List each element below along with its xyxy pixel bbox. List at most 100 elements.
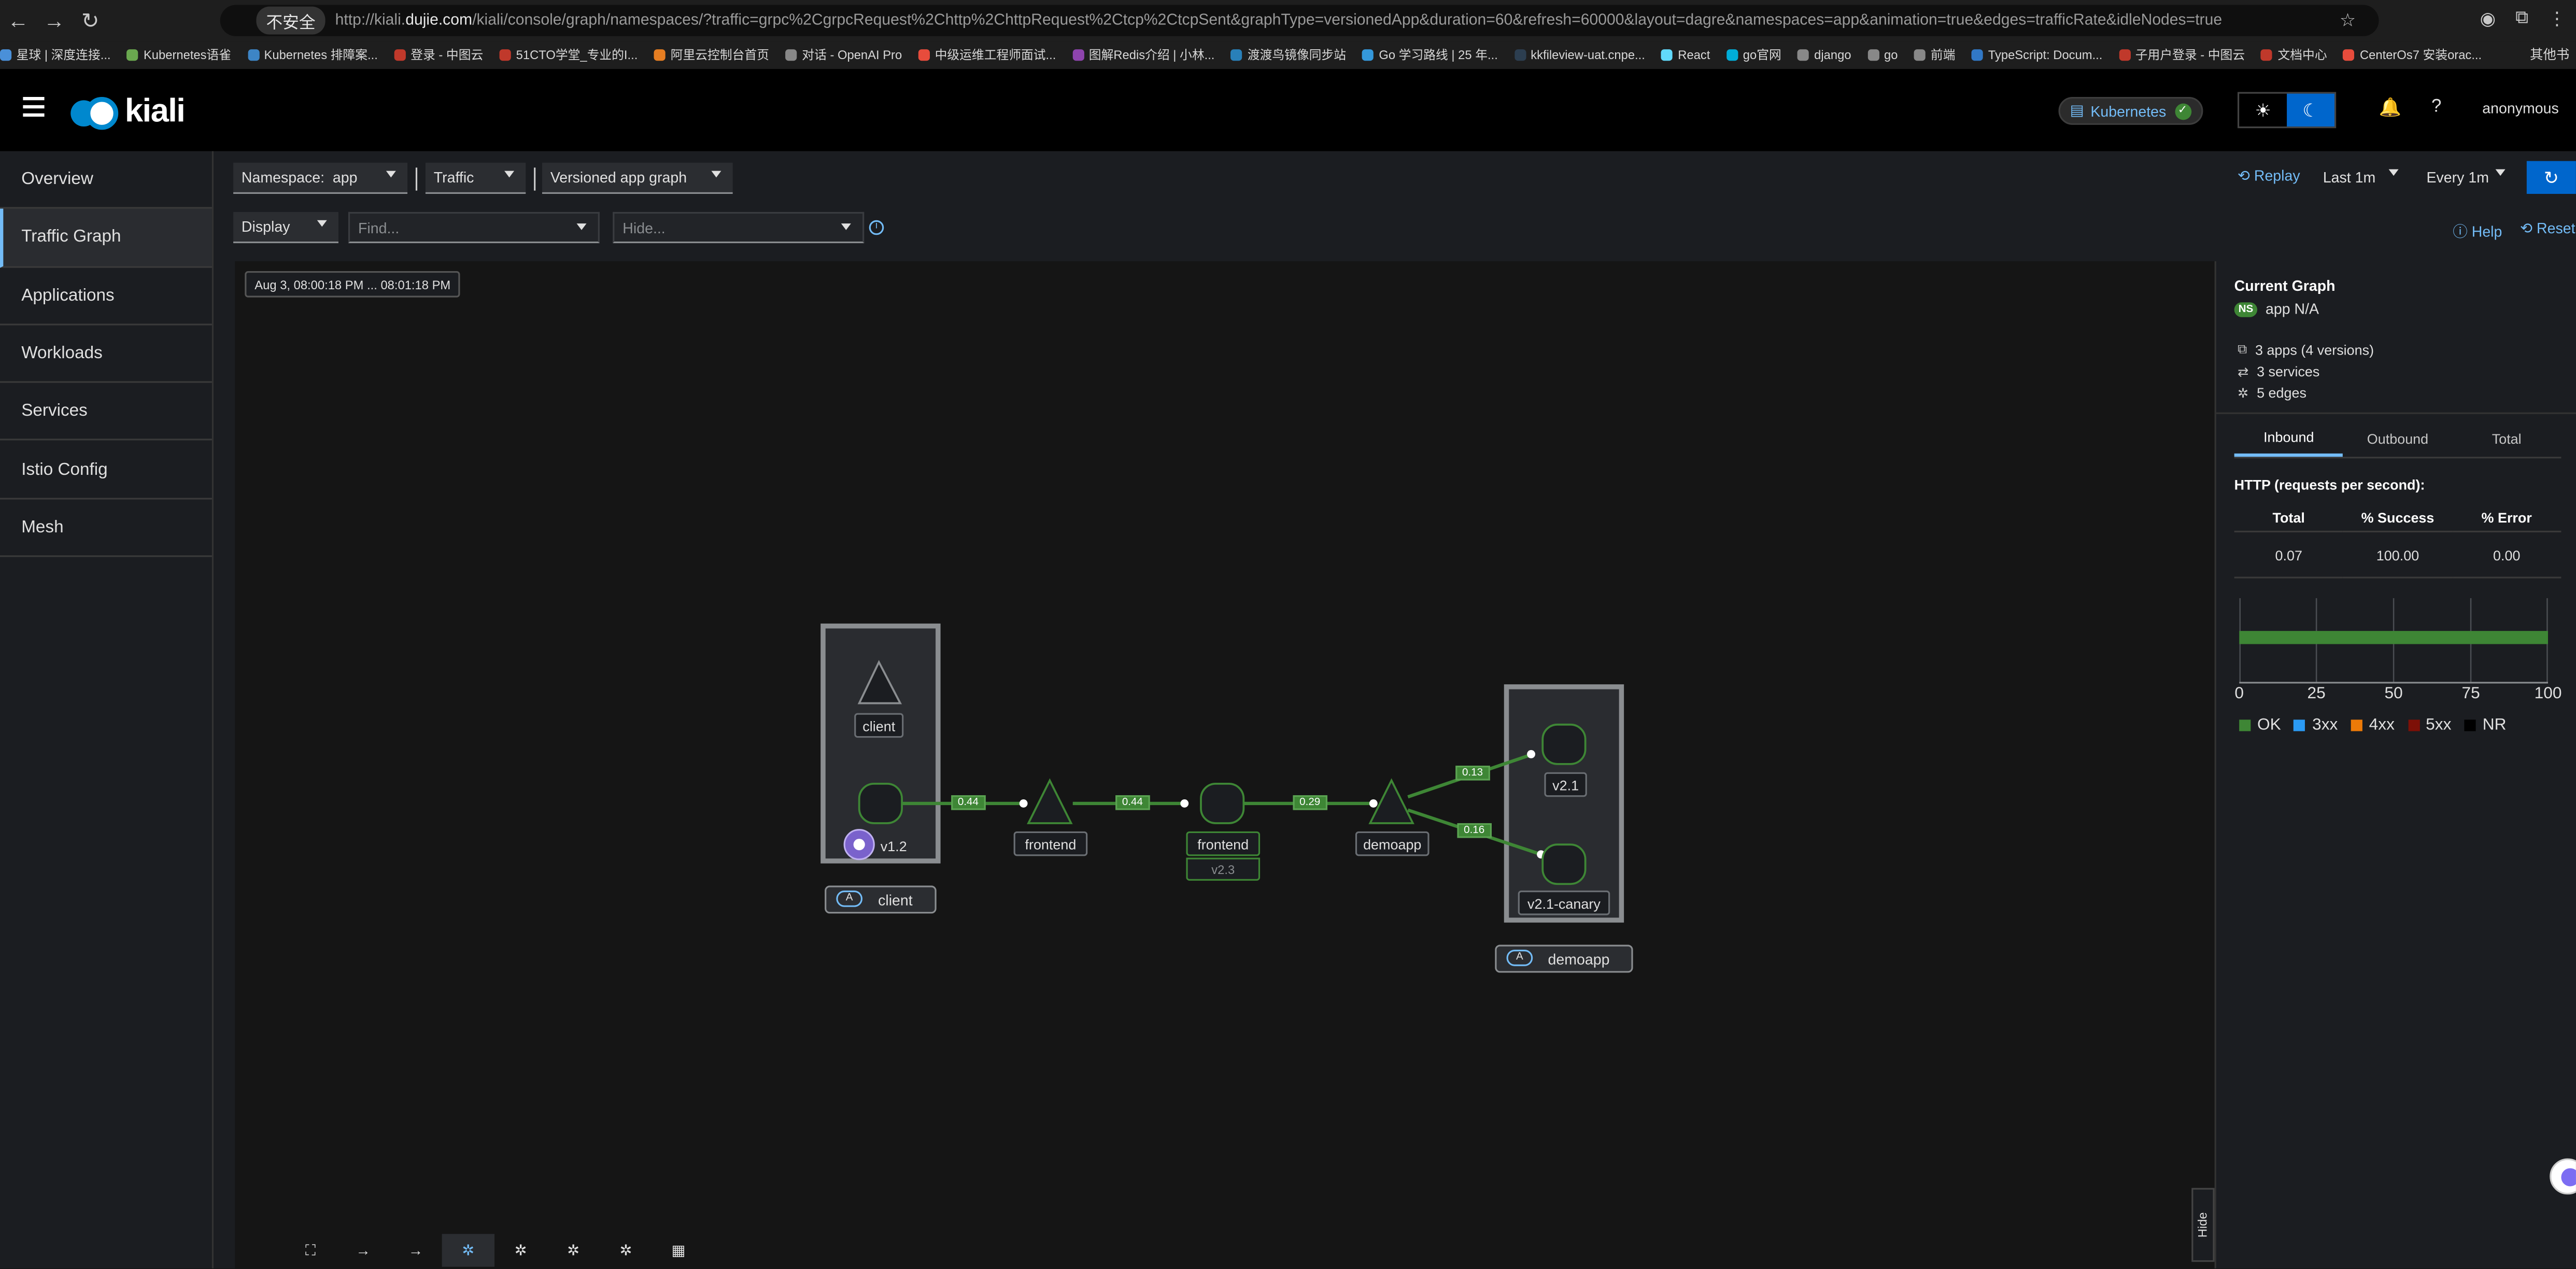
tab-inbound[interactable]: Inbound: [2234, 420, 2343, 457]
help-circle-icon[interactable]: ?: [2431, 97, 2441, 117]
chart-tick-label: 75: [2461, 685, 2480, 703]
bookmark-label: go: [1884, 47, 1898, 63]
help-label: Help: [2471, 223, 2502, 240]
bookmark-item[interactable]: TypeScript: Docum...: [1972, 48, 2102, 62]
profile-icon[interactable]: ◉: [2480, 8, 2496, 30]
graph-type-select[interactable]: Versioned app graph: [542, 162, 733, 194]
cluster-badge[interactable]: ▤ Kubernetes ✓: [2058, 97, 2203, 125]
forward-icon[interactable]: →: [36, 8, 73, 33]
traffic-select[interactable]: Traffic: [425, 162, 526, 194]
hamburger-menu-icon[interactable]: [23, 97, 45, 117]
bookmark-item[interactable]: React: [1661, 48, 1710, 62]
refresh-interval-select[interactable]: Every 1m: [2418, 161, 2517, 192]
sidebar-item-services[interactable]: Services: [0, 383, 212, 441]
help-link[interactable]: ⓘ Help: [2453, 220, 2502, 242]
layout-spread-button[interactable]: ✲: [600, 1234, 652, 1266]
graph-canvas[interactable]: Aug 3, 08:00:18 PM ... 08:01:18 PM clien…: [235, 261, 2215, 1268]
layout-lr-button[interactable]: →: [337, 1234, 389, 1266]
hide-panel-tab[interactable]: Hide: [2191, 1188, 2215, 1262]
menu-icon[interactable]: ⋮: [2548, 8, 2566, 30]
bookmark-favicon-icon: [0, 49, 12, 61]
bookmark-item[interactable]: Kubernetes语雀: [127, 46, 231, 64]
user-menu[interactable]: anonymous: [2482, 100, 2558, 117]
legend-label: 3xx: [2312, 716, 2338, 735]
replay-button[interactable]: ⟲ Replay: [2238, 167, 2300, 186]
light-theme-button[interactable]: ☀: [2239, 94, 2287, 126]
bookmark-item[interactable]: 对话 - OpenAI Pro: [785, 46, 902, 64]
client-app-box[interactable]: [820, 623, 941, 864]
frontend-workload-node[interactable]: [1200, 782, 1245, 824]
bookmark-item[interactable]: django: [1797, 47, 1851, 63]
bookmark-item[interactable]: kkfileview-uat.cnpe...: [1514, 48, 1645, 62]
demoapp-v21-node[interactable]: [1541, 723, 1587, 765]
find-input[interactable]: Find...: [348, 212, 600, 244]
bookmark-item[interactable]: 中级运维工程师面试...: [918, 46, 1056, 64]
bookmark-item[interactable]: go官网: [1726, 46, 1781, 64]
frontend-service-node[interactable]: [1027, 778, 1073, 824]
client-v12-node[interactable]: [858, 782, 903, 824]
bookmark-item[interactable]: 前端: [1914, 46, 1955, 64]
bookmark-item[interactable]: 文档中心: [2261, 46, 2327, 64]
extensions-icon[interactable]: ⧉: [2515, 8, 2528, 30]
bookmark-item[interactable]: 登录 - 中图云: [394, 46, 483, 64]
chart-legend: OK 3xx 4xx 5xx NR: [2239, 716, 2507, 735]
info-icon[interactable]: i: [869, 220, 884, 235]
layout-tb-button[interactable]: →: [389, 1234, 442, 1266]
sidebar-item-applications[interactable]: Applications: [0, 267, 212, 326]
bookmark-item[interactable]: CenterOs7 安装orac...: [2343, 46, 2482, 64]
demoapp-app-box[interactable]: [1504, 684, 1624, 923]
bookmark-item[interactable]: 星球 | 深度连接...: [0, 46, 111, 64]
find-placeholder: Find...: [358, 219, 400, 236]
sidebar-item-workloads[interactable]: Workloads: [0, 325, 212, 384]
fit-screen-button[interactable]: ⛶: [284, 1234, 336, 1266]
sidebar-item-traffic-graph[interactable]: Traffic Graph: [0, 209, 212, 267]
http-status-bar-chart: [2239, 598, 2549, 684]
bookmark-favicon-icon: [1972, 49, 1984, 61]
kiali-logo[interactable]: kiali: [70, 94, 186, 132]
chart-bar-ok[interactable]: [2239, 631, 2549, 644]
bookmark-item[interactable]: 子用户登录 - 中图云: [2119, 46, 2245, 64]
security-warning[interactable]: 不安全: [256, 6, 325, 35]
legend-item-3xx: 3xx: [2294, 716, 2338, 735]
sidebar-item-istio-config[interactable]: Istio Config: [0, 441, 212, 499]
layout-dagre-button[interactable]: ✲: [442, 1234, 495, 1267]
duration-select[interactable]: Last 1m: [2315, 161, 2410, 192]
namespace-select[interactable]: Namespace: app: [233, 162, 408, 194]
sun-icon: ☀: [2255, 101, 2271, 121]
back-icon[interactable]: ←: [0, 8, 36, 33]
url-text[interactable]: http://kiali.dujie.com/kiali/console/gra…: [335, 11, 2225, 30]
cluster-icon: ▤: [2070, 102, 2084, 119]
sidebar-item-overview[interactable]: Overview: [0, 151, 212, 209]
bookmark-item[interactable]: 图解Redis介绍 | 小林...: [1072, 46, 1214, 64]
bookmark-item[interactable]: Kubernetes 排障案...: [247, 46, 378, 64]
client-app-box-label[interactable]: A client: [825, 885, 937, 914]
hide-input[interactable]: Hide...: [613, 212, 865, 244]
layout-cose-button[interactable]: ✲: [494, 1234, 547, 1266]
address-bar[interactable]: 不安全 http://kiali.dujie.com/kiali/console…: [220, 5, 2379, 36]
reload-icon[interactable]: ↻: [72, 7, 108, 34]
reset-link[interactable]: ⟲ Reset: [2520, 220, 2575, 238]
tab-outbound[interactable]: Outbound: [2343, 420, 2452, 457]
refresh-button[interactable]: ↻: [2526, 161, 2576, 194]
bookmark-item[interactable]: 51CTO学堂_专业的I...: [499, 46, 638, 64]
bookmark-star-icon[interactable]: ☆: [2340, 10, 2356, 31]
legend-button[interactable]: ▦: [652, 1234, 704, 1266]
bookmark-item[interactable]: 阿里云控制台首页: [654, 46, 769, 64]
bookmark-favicon-icon: [1514, 49, 1526, 61]
bookmark-item[interactable]: go: [1867, 47, 1898, 63]
layout-cola-button[interactable]: ✲: [547, 1234, 599, 1266]
apps-stat: ⧉ 3 apps (4 versions): [2238, 342, 2374, 358]
other-bookmarks[interactable]: 其他书: [2530, 46, 2569, 64]
namespace-name[interactable]: app N/A: [2266, 301, 2319, 317]
dark-theme-button[interactable]: ☾: [2287, 93, 2335, 127]
tab-total[interactable]: Total: [2452, 420, 2561, 457]
sidebar-item-mesh[interactable]: Mesh: [0, 499, 212, 557]
display-select[interactable]: Display: [233, 212, 338, 244]
demoapp-app-box-label[interactable]: A demoapp: [1495, 944, 1633, 973]
bookmark-label: django: [1814, 47, 1851, 63]
bookmark-item[interactable]: Go 学习路线 | 25 年...: [1362, 46, 1498, 64]
bookmark-item[interactable]: 渡渡鸟镜像同步站: [1231, 46, 1346, 64]
theme-toggle[interactable]: ☀ ☾: [2237, 92, 2337, 129]
demoapp-canary-node[interactable]: [1541, 843, 1587, 885]
bell-icon[interactable]: 🔔: [2379, 97, 2401, 118]
